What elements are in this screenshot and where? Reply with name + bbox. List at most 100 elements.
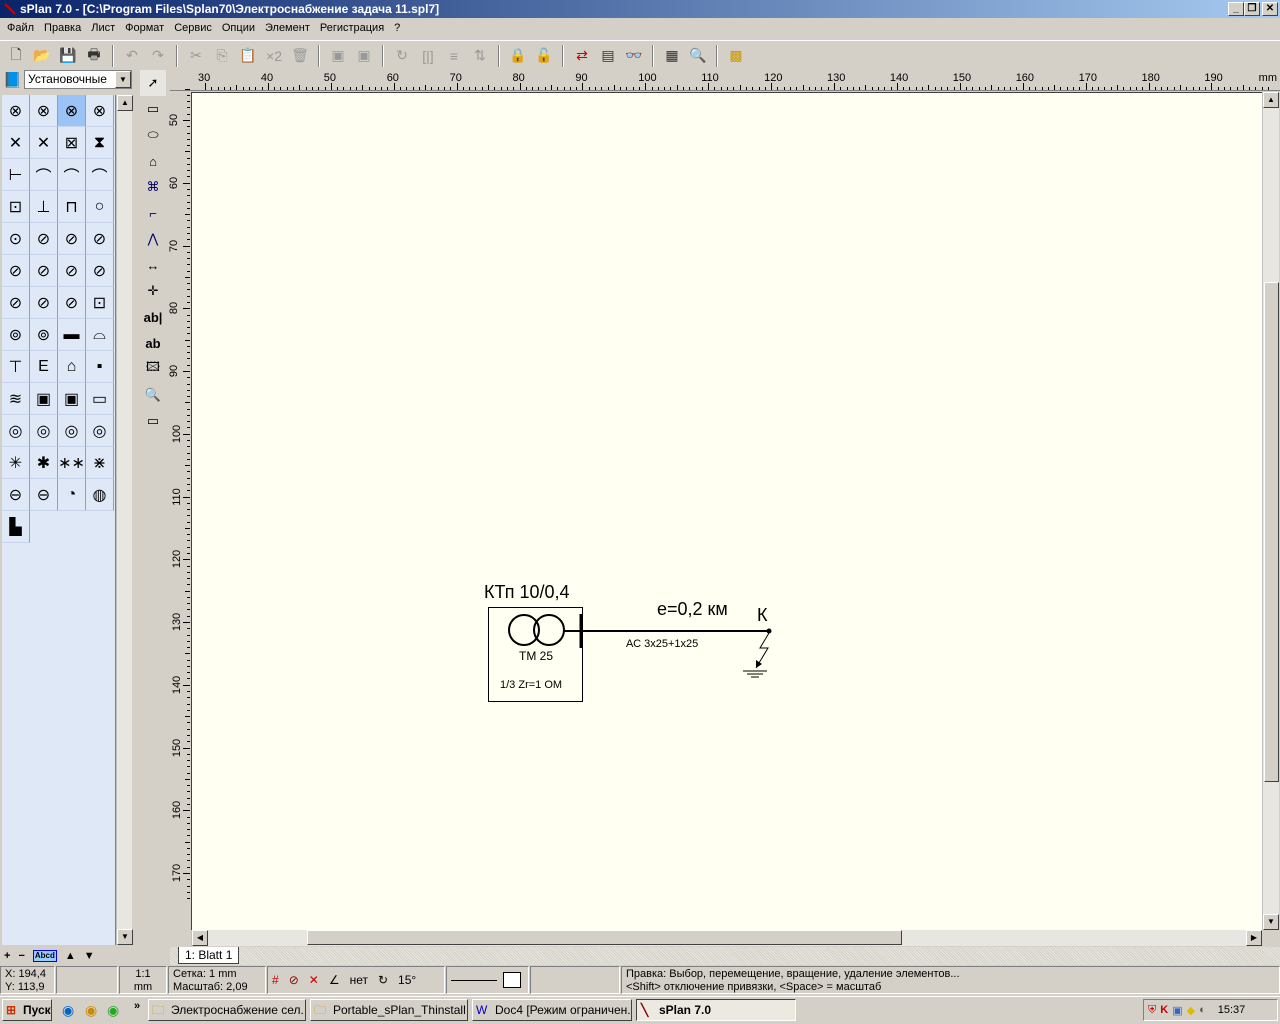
polygon-icon[interactable]: ⌂ (140, 148, 166, 174)
library-component-icon[interactable]: ⊗ (30, 95, 58, 127)
print-icon[interactable]: 🖶 (82, 44, 106, 68)
library-component-icon[interactable]: ⊓ (58, 191, 86, 223)
scroll-thumb[interactable] (1264, 282, 1279, 782)
library-component-icon[interactable]: ⧗ (86, 127, 114, 159)
library-component-icon[interactable]: ⊘ (58, 287, 86, 319)
magnifier-icon[interactable]: 🔍 (140, 382, 166, 408)
angle-icon[interactable]: ∠ (329, 973, 340, 987)
library-component-icon[interactable]: ⊘ (2, 255, 30, 287)
library-component-icon[interactable]: ∗∗ (58, 447, 86, 479)
rotate-icon[interactable]: ↻ (378, 973, 388, 987)
text-abbr-button[interactable]: Abcd (32, 950, 57, 962)
library-component-icon[interactable]: ⊡ (2, 191, 30, 223)
minimize-button[interactable]: _ (1228, 2, 1244, 16)
library-component-icon[interactable]: ✕ (2, 127, 30, 159)
library-component-icon[interactable]: ⊖ (30, 479, 58, 511)
text-box-icon[interactable]: ab (140, 330, 166, 356)
library-component-icon[interactable]: ⊗ (2, 95, 30, 127)
drawing-canvas[interactable] (191, 92, 1262, 930)
library-component-icon[interactable]: ▬ (58, 319, 86, 351)
move-down-icon[interactable]: ▼ (84, 950, 95, 962)
quicklaunch-icq-icon[interactable]: ◉ (107, 1002, 119, 1019)
library-component-icon[interactable]: ⊗ (58, 95, 86, 127)
numbering-icon[interactable]: ⇄ (570, 44, 594, 68)
delete-icon[interactable]: 🗑 (288, 44, 312, 68)
bezier-icon[interactable]: ⌘ (140, 174, 166, 200)
more-chevron-icon[interactable]: » (134, 1000, 140, 1012)
library-component-icon[interactable]: ⊚ (30, 319, 58, 351)
usb-icon[interactable]: ◆ (1187, 1004, 1195, 1017)
cut-icon[interactable]: ✂ (184, 44, 208, 68)
redo-icon[interactable]: ↷ (146, 44, 170, 68)
parts-list-icon[interactable]: ▤ (596, 44, 620, 68)
angle-snap-value[interactable]: нет (350, 973, 368, 987)
measure-icon[interactable]: ▭ (140, 408, 166, 434)
library-component-icon[interactable]: ⊘ (30, 255, 58, 287)
zoom-icon[interactable]: 🔍 (686, 44, 710, 68)
library-component-icon[interactable]: ▪ (86, 351, 114, 383)
scroll-up-icon[interactable]: ▲ (1263, 92, 1279, 108)
lock-icon[interactable]: 🔒 (506, 44, 530, 68)
flip-icon[interactable]: ⇅ (468, 44, 492, 68)
menu-element[interactable]: Элемент (260, 22, 315, 34)
scroll-down-icon[interactable]: ▼ (1263, 914, 1279, 930)
library-component-icon[interactable]: ⊚ (2, 319, 30, 351)
start-button[interactable]: ⊞ Пуск (2, 999, 52, 1021)
library-component-icon[interactable]: ▙ (2, 511, 30, 543)
dimension-icon[interactable]: ↔ (140, 252, 166, 278)
scroll-left-icon[interactable]: ◀ (192, 930, 208, 946)
menu-service[interactable]: Сервис (169, 22, 217, 34)
menu-edit[interactable]: Правка (39, 22, 86, 34)
library-component-icon[interactable]: ⊘ (30, 223, 58, 255)
library-component-icon[interactable]: ▣ (30, 383, 58, 415)
copy-icon[interactable]: ⎘ (210, 44, 234, 68)
library-select[interactable]: Установочные ▼ (24, 70, 132, 89)
duplicate-icon[interactable]: ×2 (262, 44, 286, 68)
library-component-icon[interactable]: ◎ (30, 415, 58, 447)
chevron-down-icon[interactable]: ▼ (115, 71, 131, 88)
quicklaunch-ie-icon[interactable]: ◉ (62, 1002, 74, 1019)
send-back-icon[interactable]: ▣ (352, 44, 376, 68)
menu-sheet[interactable]: Лист (86, 22, 120, 34)
task-word[interactable]: W Doc4 [Режим ограничен... (472, 999, 632, 1021)
library-scrollbar[interactable]: ▲ ▼ (116, 95, 133, 945)
color-palette-icon[interactable]: ▩ (724, 44, 748, 68)
bring-front-icon[interactable]: ▣ (326, 44, 350, 68)
library-component-icon[interactable]: ⌒ (86, 159, 114, 191)
library-component-icon[interactable]: ◔ (58, 479, 86, 511)
rotate-icon[interactable]: ↻ (390, 44, 414, 68)
library-component-icon[interactable]: ⊖ (2, 479, 30, 511)
save-icon[interactable]: 💾 (56, 44, 80, 68)
library-component-icon[interactable]: ○ (86, 191, 114, 223)
library-component-icon[interactable]: ⊙ (2, 223, 30, 255)
magnet-icon[interactable]: ⊘ (289, 973, 299, 987)
library-component-icon[interactable]: ⊡ (86, 287, 114, 319)
ellipse-icon[interactable]: ⬭ (140, 122, 166, 148)
library-component-icon[interactable]: ≋ (2, 383, 30, 415)
open-folder-icon[interactable]: 📂 (30, 44, 54, 68)
scroll-up-icon[interactable]: ▲ (117, 95, 133, 111)
canvas-vertical-scrollbar[interactable]: ▲ ▼ (1262, 92, 1279, 930)
paste-icon[interactable]: 📋 (236, 44, 260, 68)
library-component-icon[interactable]: ⊘ (30, 287, 58, 319)
image-icon[interactable]: 🖾 (140, 356, 166, 382)
library-component-icon[interactable]: ▣ (58, 383, 86, 415)
task-splan[interactable]: ╲ sPlan 7.0 (636, 999, 796, 1021)
restore-button[interactable]: ❐ (1244, 2, 1260, 16)
polyline-icon[interactable]: ⋀ (140, 226, 166, 252)
close-button[interactable]: ✕ (1262, 2, 1278, 16)
mirror-v-icon[interactable]: ≡ (442, 44, 466, 68)
unlock-icon[interactable]: 🔓 (532, 44, 556, 68)
library-component-icon[interactable]: ⊘ (2, 287, 30, 319)
node-icon[interactable]: ✛ (140, 278, 166, 304)
rectangle-icon[interactable]: ▭ (140, 96, 166, 122)
canvas-horizontal-scrollbar[interactable]: ◀ ▶ (191, 930, 1262, 946)
library-component-icon[interactable]: ⌒ (30, 159, 58, 191)
line-style[interactable] (446, 966, 529, 994)
library-component-icon[interactable]: ⋇ (86, 447, 114, 479)
library-component-icon[interactable]: ⊠ (58, 127, 86, 159)
add-icon[interactable]: + (4, 950, 10, 962)
task-folder-2[interactable]: 🗀 Portable_sPlan_Thinstall (310, 999, 468, 1021)
task-folder-1[interactable]: 🗀 Электроснабжение сел... (148, 999, 306, 1021)
library-component-icon[interactable]: ⊘ (58, 223, 86, 255)
